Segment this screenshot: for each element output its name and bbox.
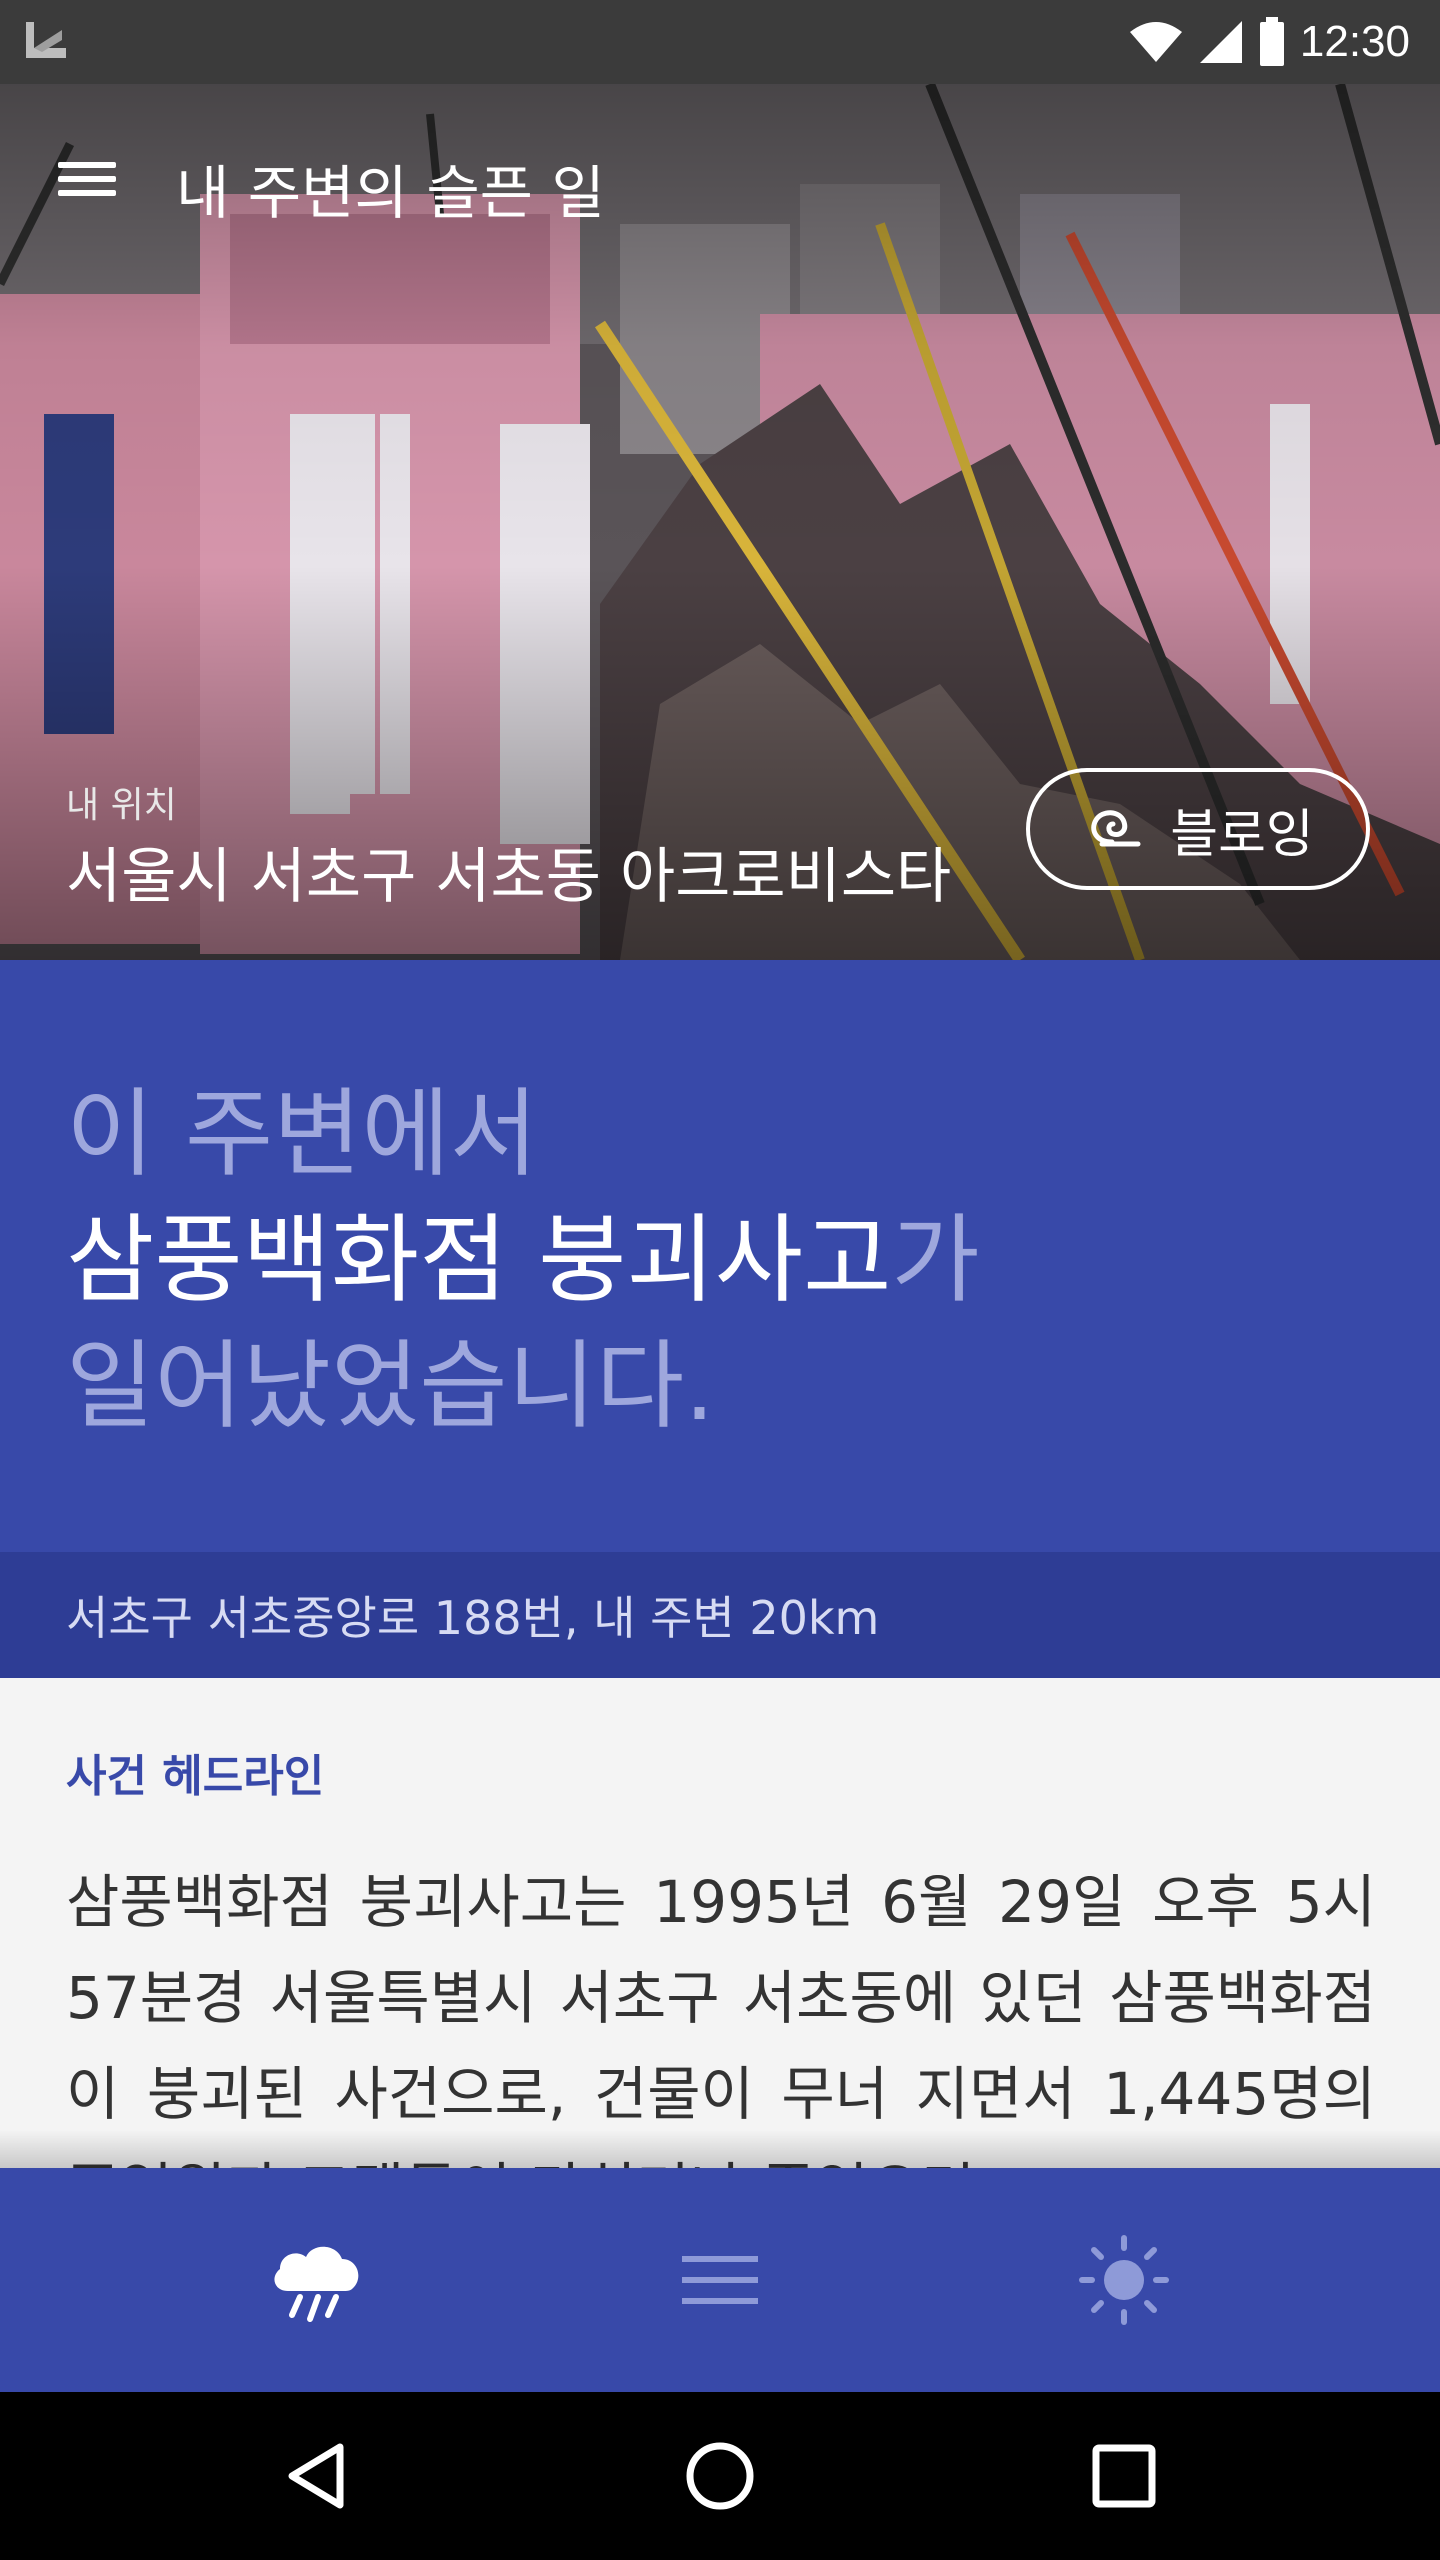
app-logo-icon: [26, 22, 66, 58]
sun-icon: [1079, 2235, 1169, 2325]
article-body: 삼풍백화점 붕괴사고는 1995년 6월 29일 오후 5시 57분경 서울특별…: [66, 1868, 1376, 2168]
status-icons: 12:30: [1128, 0, 1410, 84]
recents-icon: [1092, 2444, 1156, 2508]
recents-button[interactable]: [1044, 2392, 1204, 2560]
settings-tab[interactable]: [1024, 2168, 1224, 2392]
address-bar: 서초구 서초중앙로 188번, 내 주변 20km: [0, 1552, 1440, 1678]
app-bar: 내 주변의 슬픈 일: [0, 84, 1440, 284]
blowing-button[interactable]: 블로잉: [1026, 768, 1370, 890]
system-navigation-bar: [0, 2392, 1440, 2560]
wifi-icon: [1129, 22, 1182, 62]
blowing-button-label: 블로잉: [1170, 804, 1314, 865]
article-section: 사건 헤드라인 삼풍백화점 붕괴사고는 1995년 6월 29일 오후 5시 5…: [0, 1678, 1440, 2168]
headline-suffix: 가: [891, 1204, 980, 1316]
weather-tab[interactable]: [216, 2168, 416, 2392]
signal-icon: [1199, 21, 1242, 63]
home-icon: [686, 2442, 754, 2510]
location-label: 내 위치: [66, 785, 177, 826]
bottom-nav-shadow: [0, 2130, 1440, 2168]
app-title: 내 주변의 슬픈 일: [176, 159, 605, 227]
back-icon: [288, 2443, 344, 2509]
status-bar: 12:30: [0, 0, 1440, 84]
back-button[interactable]: [236, 2392, 396, 2560]
status-time: 12:30: [1299, 17, 1410, 66]
hamburger-menu-icon[interactable]: [58, 154, 118, 214]
headline-line-1: 이 주변에서: [66, 1078, 539, 1190]
headline-line-2: 삼풍백화점 붕괴사고가: [66, 1212, 980, 1308]
bottom-navigation: [0, 2168, 1440, 2392]
home-button[interactable]: [640, 2392, 800, 2560]
swirl-icon: [1091, 810, 1141, 847]
address-text: 서초구 서초중앙로 188번, 내 주변 20km: [66, 1591, 880, 1645]
headline-line-3: 일어났었습니다.: [66, 1330, 715, 1442]
incident-name: 삼풍백화점 붕괴사고: [66, 1204, 892, 1316]
list-icon: [682, 2256, 758, 2304]
list-tab[interactable]: [620, 2168, 820, 2392]
rain-cloud-icon: [274, 2246, 359, 2322]
section-title: 사건 헤드라인: [66, 1751, 325, 1802]
location-value: 서울시 서초구 서초동 아크로비스타: [66, 842, 952, 912]
battery-icon: [1259, 17, 1284, 66]
headline-panel: 이 주변에서 삼풍백화점 붕괴사고가 일어났었습니다.: [0, 960, 1440, 1552]
